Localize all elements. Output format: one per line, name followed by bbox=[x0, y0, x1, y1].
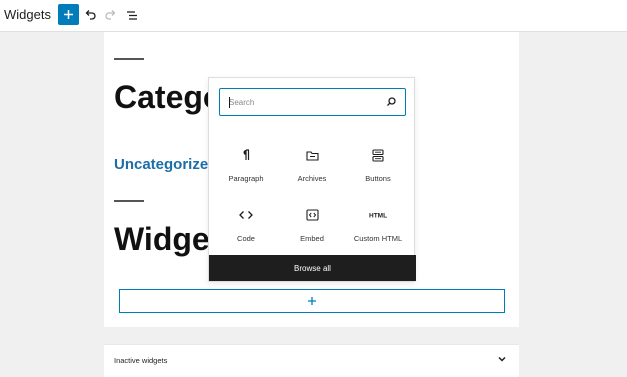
block-appender-button[interactable] bbox=[119, 289, 505, 313]
code-icon bbox=[239, 211, 253, 219]
categories-heading[interactable]: Categories bbox=[114, 79, 214, 116]
svg-text:HTML: HTML bbox=[369, 213, 387, 220]
widgets-heading[interactable]: Widgets bbox=[114, 221, 214, 258]
buttons-icon bbox=[372, 148, 384, 162]
search-icon bbox=[387, 97, 396, 106]
block-label: Archives bbox=[297, 174, 327, 183]
undo-button[interactable] bbox=[80, 5, 100, 25]
list-view-button[interactable] bbox=[122, 5, 142, 25]
block-inserter-popover: Paragraph Archives Buttons Code Embed HT… bbox=[208, 77, 416, 282]
block-buttons[interactable]: Buttons bbox=[345, 138, 411, 188]
redo-button[interactable] bbox=[101, 5, 121, 25]
block-embed[interactable]: Embed bbox=[279, 198, 345, 248]
block-label: Paragraph bbox=[228, 174, 264, 183]
block-archives[interactable]: Archives bbox=[279, 138, 345, 188]
chevron-down-icon[interactable] bbox=[497, 355, 507, 363]
browse-all-button[interactable]: Browse all bbox=[209, 255, 416, 281]
editor-header: Widgets bbox=[0, 0, 627, 32]
separator bbox=[114, 58, 144, 60]
text-caret bbox=[229, 97, 230, 108]
search-box[interactable] bbox=[219, 88, 406, 116]
block-label: Code bbox=[237, 234, 255, 243]
archives-icon bbox=[305, 150, 319, 161]
redo-icon bbox=[105, 10, 116, 20]
page-title: Widgets bbox=[4, 7, 51, 22]
inactive-widgets-label: Inactive widgets bbox=[114, 356, 168, 365]
inactive-widgets-panel[interactable]: Inactive widgets bbox=[104, 344, 519, 377]
block-custom-html[interactable]: HTML Custom HTML bbox=[345, 198, 411, 248]
block-code[interactable]: Code bbox=[213, 198, 279, 248]
list-view-icon bbox=[127, 10, 137, 20]
paragraph-icon bbox=[243, 149, 250, 160]
block-paragraph[interactable]: Paragraph bbox=[213, 138, 279, 188]
block-label: Buttons bbox=[365, 174, 391, 183]
separator bbox=[114, 200, 144, 202]
html-icon: HTML bbox=[369, 213, 387, 220]
add-block-button[interactable] bbox=[58, 4, 79, 25]
search-input[interactable] bbox=[229, 94, 379, 110]
undo-icon bbox=[85, 10, 96, 20]
plus-icon bbox=[308, 297, 316, 305]
embed-icon bbox=[305, 209, 319, 221]
block-label: Custom HTML bbox=[353, 234, 403, 243]
plus-icon bbox=[64, 10, 73, 19]
block-label: Embed bbox=[300, 234, 324, 243]
